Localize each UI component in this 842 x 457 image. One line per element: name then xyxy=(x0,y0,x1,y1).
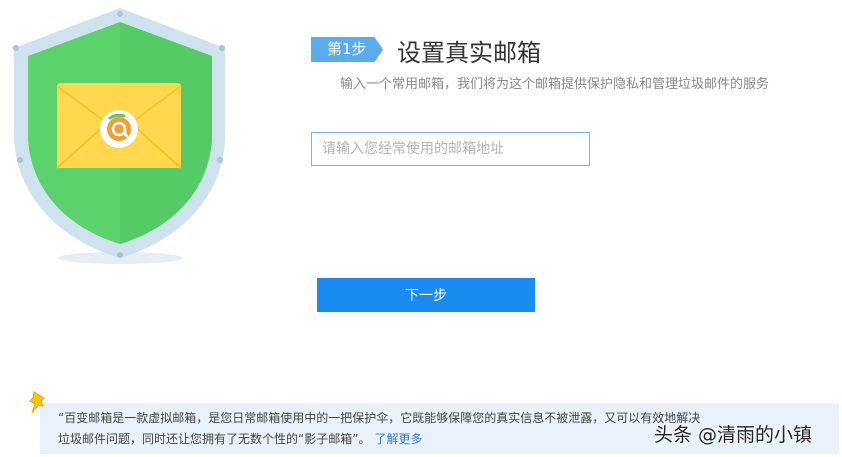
page-subtitle: 输入一个常用邮箱，我们将为这个邮箱提供保护隐私和管理垃圾邮件的服务 xyxy=(340,77,770,92)
step-badge: 第1步 xyxy=(311,37,383,62)
page-title: 设置真实邮箱 xyxy=(397,39,541,67)
pin-icon xyxy=(29,391,45,414)
watermark: 头条 @清雨的小镇 xyxy=(654,424,813,446)
notice-line-2-text: 垃圾邮件问题，同时还让您拥有了无数个性的“影子邮箱”。 xyxy=(58,432,371,446)
email-input[interactable] xyxy=(311,132,590,166)
next-step-button[interactable]: 下一步 xyxy=(317,278,535,312)
learn-more-link[interactable]: 了解更多 xyxy=(374,432,422,446)
shield-mail-illustration xyxy=(13,8,225,264)
